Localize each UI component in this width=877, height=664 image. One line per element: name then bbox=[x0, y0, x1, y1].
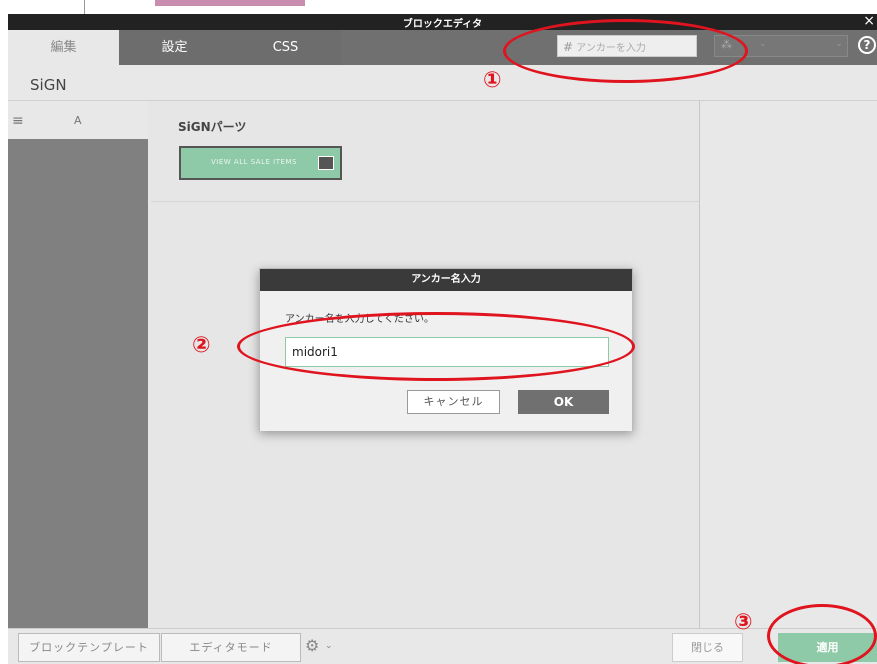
sign-parts-button[interactable]: VIEW ALL SALE ITEMS bbox=[179, 146, 342, 180]
close-icon[interactable]: × bbox=[863, 13, 875, 29]
dialog-title: アンカー名入力 bbox=[260, 269, 632, 291]
close-button[interactable]: 閉じる bbox=[672, 633, 743, 662]
left-panel-body bbox=[8, 139, 148, 628]
chevron-down-icon: ⌄ bbox=[835, 39, 843, 49]
ok-button[interactable]: OK bbox=[518, 390, 609, 414]
tab-edit[interactable]: 編集 bbox=[8, 30, 119, 65]
gear-icon[interactable]: ⚙ bbox=[305, 636, 319, 655]
annotation-number-3: ③ bbox=[734, 610, 753, 635]
editor-mode-button[interactable]: エディタモード bbox=[161, 633, 301, 662]
annotation-ring-3 bbox=[767, 604, 877, 664]
background-image-edge bbox=[155, 0, 305, 6]
annotation-ring-2 bbox=[237, 312, 635, 381]
background-strip bbox=[0, 0, 877, 14]
left-panel: ≡ A bbox=[8, 101, 148, 628]
block-header: SiGN bbox=[8, 65, 877, 101]
annotation-ring-1 bbox=[503, 19, 748, 83]
cancel-button[interactable]: キャンセル bbox=[407, 390, 500, 414]
background-divider bbox=[84, 0, 85, 14]
chevron-down-icon[interactable]: ⌄ bbox=[325, 641, 333, 651]
block-a-label: A bbox=[74, 114, 82, 127]
editor-title-bar: ブロックエディタ × bbox=[8, 13, 877, 30]
sign-parts-button-text: VIEW ALL SALE ITEMS bbox=[211, 158, 297, 166]
image-icon[interactable] bbox=[318, 156, 334, 170]
divider bbox=[151, 201, 699, 202]
editor-title: ブロックエディタ bbox=[402, 19, 483, 30]
annotation-number-2: ② bbox=[192, 333, 211, 358]
annotation-number-1: ① bbox=[483, 68, 502, 93]
tab-settings[interactable]: 設定 bbox=[119, 30, 230, 65]
block-name: SiGN bbox=[30, 76, 67, 94]
hamburger-icon[interactable]: ≡ bbox=[12, 113, 24, 129]
chevron-down-icon: ⌄ bbox=[759, 39, 767, 49]
tab-css[interactable]: CSS bbox=[230, 30, 341, 65]
parts-title: SiGNパーツ bbox=[178, 120, 247, 134]
right-panel bbox=[699, 101, 877, 628]
help-icon[interactable]: ? bbox=[858, 36, 876, 54]
block-template-button[interactable]: ブロックテンプレート bbox=[18, 633, 160, 662]
